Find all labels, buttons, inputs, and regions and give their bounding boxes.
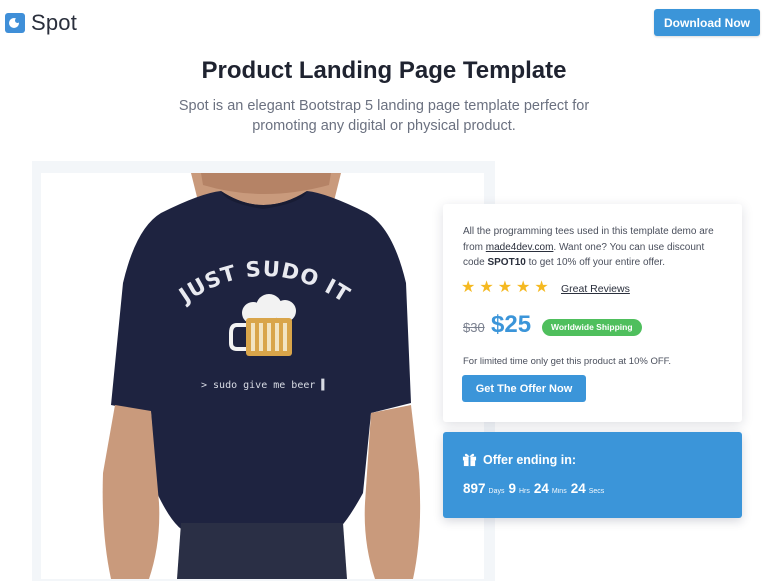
old-price: $30 [463, 320, 485, 335]
right-arm [364, 405, 421, 579]
limited-offer-text: For limited time only get this product a… [463, 356, 672, 367]
countdown-secs-label: Secs [588, 488, 605, 495]
product-photo: JUST SUDO IT > sudo give me beer ▌ [41, 173, 484, 579]
star-icon: ★ [516, 279, 531, 296]
page-title: Product Landing Page Template [201, 57, 567, 84]
countdown-days: 897 [463, 481, 486, 496]
great-reviews-link[interactable]: Great Reviews [561, 283, 630, 295]
gift-icon [462, 453, 477, 467]
discount-code: SPOT10 [487, 257, 526, 268]
countdown-mins-label: Mins [551, 488, 567, 495]
worldwide-shipping-badge: Worldwide Shipping [542, 319, 642, 336]
offer-card: All the programming tees used in this te… [443, 204, 742, 422]
rating-stars: ★ ★ ★ ★ ★ [461, 280, 549, 296]
countdown-hours-label: Hrs [519, 488, 530, 495]
countdown-timer: 897 Days 9 Hrs 24 Mins 24 Secs [463, 481, 608, 496]
shirt-terminal-text: > sudo give me beer ▌ [201, 378, 327, 391]
countdown-mins: 24 [533, 481, 549, 496]
countdown-card: Offer ending in: 897 Days 9 Hrs 24 Mins … [443, 432, 742, 518]
star-icon: ★ [479, 279, 494, 296]
brand[interactable]: Spot [5, 10, 77, 36]
left-arm [102, 405, 160, 579]
countdown-secs: 24 [570, 481, 586, 496]
countdown-header: Offer ending in: [462, 452, 576, 467]
download-now-button[interactable]: Download Now [654, 9, 760, 36]
star-icon: ★ [497, 279, 513, 296]
new-price: $25 [491, 311, 532, 338]
countdown-hours: 9 [508, 481, 516, 496]
brand-name: Spot [31, 10, 78, 35]
made4dev-link[interactable]: made4dev.com [486, 242, 554, 253]
countdown-title: Offer ending in: [483, 452, 577, 467]
page-subtitle: Spot is an elegant Bootstrap 5 landing p… [178, 98, 590, 134]
countdown-days-label: Days [488, 488, 505, 495]
get-offer-button[interactable]: Get The Offer Now [462, 375, 586, 402]
star-icon: ★ [534, 279, 549, 296]
offer-desc-text: to get 10% off your entire offer. [525, 257, 665, 268]
jeans [177, 523, 347, 579]
spot-logo-icon [5, 13, 25, 33]
star-icon: ★ [461, 279, 476, 296]
offer-description: All the programming tees used in this te… [463, 224, 725, 271]
